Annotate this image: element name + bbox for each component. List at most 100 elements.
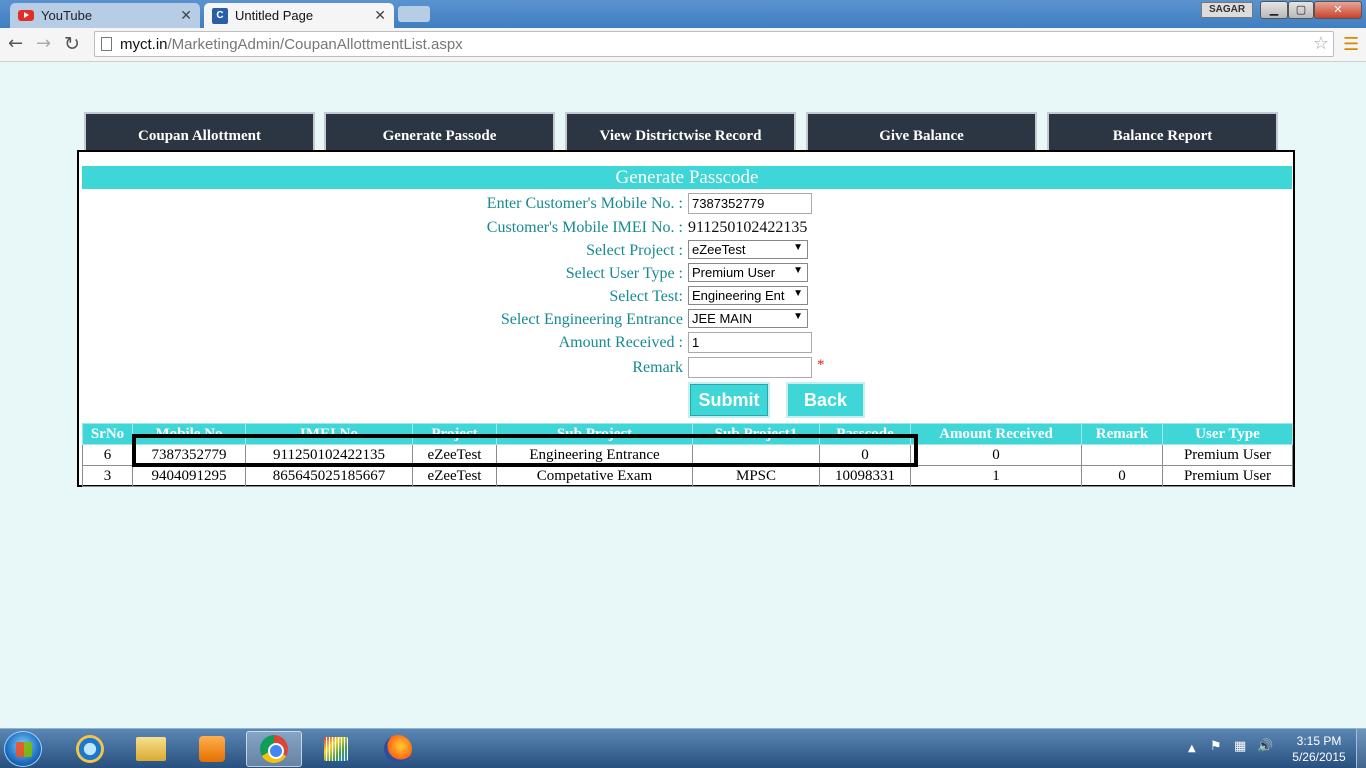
entrance-label: Select Engineering Entrance [500,311,683,328]
form-row-test: Select Test: Engineering Ent ▼ [79,286,1293,308]
page-icon [101,37,112,51]
mobile-label: Enter Customer's Mobile No. : [486,195,683,212]
dropdown-arrow-icon: ▼ [793,288,803,299]
url-host: myct.in [120,35,168,53]
form-row-project: Select Project : eZeeTest ▼ [79,240,1293,262]
form-row-user-type: Select User Type : Premium User ▼ [79,263,1293,285]
forward-arrow-icon[interactable]: → [36,33,51,54]
firefox-icon [384,735,412,763]
remark-input[interactable] [688,357,812,378]
taskbar-internet-explorer[interactable] [62,731,118,767]
taskbar-apps[interactable] [308,731,364,767]
user-type-selected-value: Premium User [692,265,776,280]
taskbar-file-explorer[interactable] [123,731,179,767]
column-header-sub-project: Sub Project [496,423,693,445]
column-header-project: Project [412,423,497,445]
cell-passcode: 0 [819,444,911,466]
bookmark-star-icon[interactable]: ☆ [1313,33,1329,54]
taskbar-firefox[interactable] [370,731,426,767]
dropdown-arrow-icon: ▼ [793,265,803,276]
column-header-passcode: Passcode [819,423,911,445]
table-row: 6 7387352779 911250102422135 eZeeTest En… [82,444,1293,466]
tab-close-icon[interactable]: ✕ [374,7,386,24]
reload-icon[interactable]: ↻ [64,33,80,55]
table-header-row: SrNo Mobile No IMEI No Project Sub Proje… [82,423,1293,445]
column-header-srno: SrNo [82,423,133,445]
cell-imei-no: 865645025185667 [245,465,413,487]
entrance-selected-value: JEE MAIN [692,311,752,326]
column-header-remark: Remark [1081,423,1163,445]
profile-user-badge[interactable]: SAGAR [1201,2,1253,18]
cell-project: eZeeTest [412,444,497,466]
cell-srno: 6 [82,444,133,466]
tab-title: Untitled Page [235,8,314,23]
form-row-imei: Customer's Mobile IMEI No. : 91125010242… [79,217,1293,239]
column-header-sub-project1: Sub Project1 [692,423,820,445]
new-tab-button[interactable] [398,6,430,22]
cell-amount-received: 1 [910,465,1082,487]
browser-tab-untitled-page[interactable]: C Untitled Page ✕ [204,3,394,28]
cell-srno: 3 [82,465,133,487]
column-header-user-type: User Type [1162,423,1293,445]
panel-header: Generate Passcode [82,166,1292,189]
clock-date: 5/26/2015 [1292,750,1346,764]
media-player-icon [199,736,225,762]
window-minimize-button[interactable]: ▁ [1260,1,1288,19]
site-favicon-icon: C [212,7,228,24]
user-type-select[interactable]: Premium User ▼ [688,263,808,282]
column-header-mobile-no: Mobile No [132,423,246,445]
browser-menu-icon[interactable]: ☰ [1343,34,1359,55]
apps-grid-icon [324,737,348,761]
network-icon[interactable]: ▦ [1234,739,1246,754]
cell-user-type: Premium User [1162,465,1293,487]
taskbar-media-player[interactable] [184,731,240,767]
form-row-remark: Remark * [79,357,1293,379]
address-bar[interactable]: myct.in/MarketingAdmin/CoupanAllottmentL… [94,31,1334,57]
action-center-flag-icon[interactable]: ⚑ [1210,739,1222,754]
taskbar-chrome[interactable] [246,731,302,767]
test-selected-value: Engineering Ent [692,288,785,303]
volume-icon[interactable]: 🔊 [1257,739,1273,754]
url-path: /MarketingAdmin/CoupanAllottmentList.asp… [167,35,463,53]
project-select[interactable]: eZeeTest ▼ [688,240,808,259]
window-maximize-button[interactable]: ▢ [1288,1,1314,19]
cell-passcode: 10098331 [819,465,911,487]
show-desktop-button[interactable] [1356,729,1366,768]
required-asterisk: * [817,357,825,373]
user-type-label: Select User Type : [565,265,683,282]
dropdown-arrow-icon: ▼ [793,242,803,253]
mobile-input[interactable] [688,193,812,214]
project-selected-value: eZeeTest [692,242,746,257]
table-row: 3 9404091295 865645025185667 eZeeTest Co… [82,465,1293,487]
form-row-mobile: Enter Customer's Mobile No. : [79,193,1293,215]
imei-value: 911250102422135 [688,219,808,236]
dropdown-arrow-icon: ▼ [793,311,803,322]
system-clock[interactable]: 3:15 PM 5/26/2015 [1288,733,1350,765]
test-select[interactable]: Engineering Ent ▼ [688,286,808,305]
browser-toolbar: ← → ↻ myct.in/MarketingAdmin/CoupanAllot… [0,28,1366,62]
cell-mobile-no: 7387352779 [132,444,246,466]
passcode-records-table: SrNo Mobile No IMEI No Project Sub Proje… [82,423,1293,487]
amount-input[interactable] [688,332,812,353]
tray-expand-arrow-icon[interactable]: ▲ [1188,743,1196,754]
project-label: Select Project : [586,242,683,259]
form-row-entrance: Select Engineering Entrance JEE MAIN ▼ [79,309,1293,331]
browser-titlebar: YouTube ✕ C Untitled Page ✕ SAGAR ▁ ▢ ✕ [0,0,1366,28]
back-button[interactable]: Back [786,382,865,418]
back-arrow-icon[interactable]: ← [8,33,23,54]
cell-user-type: Premium User [1162,444,1293,466]
tab-close-icon[interactable]: ✕ [180,7,192,24]
submit-button[interactable]: Submit [688,382,770,418]
file-explorer-icon [136,737,166,761]
browser-tab-youtube[interactable]: YouTube ✕ [10,3,200,28]
imei-label: Customer's Mobile IMEI No. : [486,219,683,236]
column-header-imei-no: IMEI No [245,423,413,445]
clock-time: 3:15 PM [1296,734,1342,748]
cell-amount-received: 0 [910,444,1082,466]
window-close-button[interactable]: ✕ [1314,1,1362,19]
chrome-icon [260,735,288,763]
entrance-select[interactable]: JEE MAIN ▼ [688,309,808,328]
cell-sub-project: Engineering Entrance [496,444,693,466]
start-button[interactable] [4,731,42,767]
cell-remark: 0 [1081,465,1163,487]
